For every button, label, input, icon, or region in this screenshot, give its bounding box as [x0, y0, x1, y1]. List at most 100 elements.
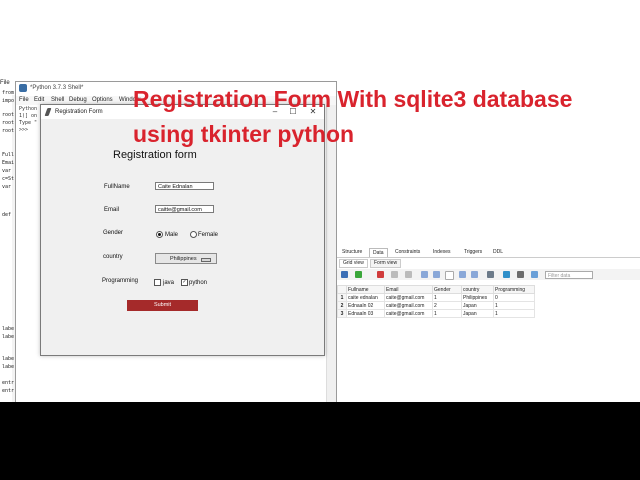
code-line: root: [2, 128, 15, 134]
db-tabbar: Structure Data Constraints Indexes Trigg…: [337, 247, 640, 258]
page-number-field[interactable]: [445, 271, 454, 280]
column-header[interactable]: Fullname: [346, 285, 385, 294]
tab-structure[interactable]: Structure: [339, 248, 365, 256]
code-line: labe: [2, 334, 15, 340]
python-icon: [19, 84, 27, 92]
filter-input[interactable]: Filter data: [545, 271, 593, 279]
shell-scrollbar[interactable]: [326, 105, 336, 402]
table-row[interactable]: 3 Ednaaln 03 caite@gmail.com 1 Japan 1: [337, 309, 535, 318]
table-cell[interactable]: Ednaaln 02: [346, 301, 385, 310]
email-label: Email: [104, 207, 120, 213]
programming-label: Programming: [102, 278, 139, 284]
menu-file[interactable]: File: [19, 97, 29, 103]
shell-line: 1)] on: [19, 113, 38, 119]
shell-title: *Python 3.7.3 Shell*: [30, 85, 84, 91]
country-dropdown[interactable]: Philippines: [155, 253, 217, 264]
first-page-icon[interactable]: [421, 271, 428, 278]
table-cell[interactable]: Japan: [461, 309, 494, 318]
editor-menu-file[interactable]: File: [0, 80, 14, 88]
column-header[interactable]: country: [461, 285, 494, 294]
code-line: var: [2, 168, 12, 174]
shell-line: Type ": [19, 120, 38, 126]
shell-prompt[interactable]: >>>: [19, 127, 28, 133]
table-cell[interactable]: caite ednalan: [346, 293, 385, 302]
email-field[interactable]: caitte@gmail.com: [155, 205, 214, 213]
fullname-label: FullName: [104, 184, 130, 190]
table-row[interactable]: 2 Ednaaln 02 caite@gmail.com 2 Japan 1: [337, 301, 535, 310]
fullname-field[interactable]: Caite Ednalan: [155, 182, 214, 190]
code-line: impo: [2, 98, 15, 104]
menu-options[interactable]: Options: [92, 97, 113, 103]
data-grid[interactable]: Fullname Email Gender country Programmin…: [337, 285, 535, 318]
table-cell[interactable]: 2: [432, 301, 462, 310]
table-cell[interactable]: caite@gmail.com: [384, 293, 433, 302]
shell-line: Python: [19, 106, 38, 112]
radio-male-label[interactable]: Male: [165, 232, 178, 238]
country-label: country: [103, 254, 123, 260]
tab-constraints[interactable]: Constraints: [392, 248, 423, 256]
commit-icon[interactable]: [391, 271, 398, 278]
db-toolbar: Filter data: [337, 269, 640, 280]
filter-icon[interactable]: [517, 271, 524, 278]
next-page-icon[interactable]: [459, 271, 466, 278]
table-cell[interactable]: Japan: [461, 301, 494, 310]
last-page-icon[interactable]: [471, 271, 478, 278]
tab-form-view[interactable]: Form view: [370, 259, 402, 268]
headline-line1: Registration Form With sqlite3 database: [133, 86, 573, 112]
radio-female[interactable]: [190, 231, 197, 238]
table-cell[interactable]: 1: [432, 293, 462, 302]
dropdown-indicator-icon: [201, 258, 211, 262]
desktop-screen: File from impo root root root Full Emai …: [0, 0, 640, 402]
radio-male[interactable]: [156, 231, 163, 238]
code-line: entr: [2, 380, 15, 386]
checkbox-python-label[interactable]: python: [189, 280, 207, 286]
form-window-title: Registration Form: [55, 109, 103, 115]
code-line: Emai: [2, 160, 15, 166]
menu-edit[interactable]: Edit: [34, 97, 44, 103]
grid-header-row: Fullname Email Gender country Programmin…: [337, 285, 535, 294]
tab-ddl[interactable]: DDL: [490, 248, 506, 256]
table-cell[interactable]: caite@gmail.com: [384, 301, 433, 310]
delete-row-icon[interactable]: [377, 271, 384, 278]
menu-debug[interactable]: Debug: [69, 97, 87, 103]
tab-triggers[interactable]: Triggers: [461, 248, 485, 256]
checkbox-java[interactable]: [154, 279, 161, 286]
tab-grid-view[interactable]: Grid view: [339, 259, 368, 268]
radio-female-label[interactable]: Female: [198, 232, 218, 238]
column-header[interactable]: Programming: [493, 285, 535, 294]
menu-shell[interactable]: Shell: [51, 97, 64, 103]
rollback-icon[interactable]: [405, 271, 412, 278]
code-line: labe: [2, 326, 15, 332]
code-line: root: [2, 120, 15, 126]
headline-line2: using tkinter python: [133, 121, 355, 147]
tab-indexes[interactable]: Indexes: [430, 248, 454, 256]
code-line: Full: [2, 152, 15, 158]
form-heading: Registration form: [113, 149, 197, 161]
checkbox-java-label[interactable]: java: [163, 280, 174, 286]
table-cell[interactable]: 1: [432, 309, 462, 318]
table-cell[interactable]: Ednaaln 03: [346, 309, 385, 318]
table-cell[interactable]: Philippines: [461, 293, 494, 302]
code-line: labe: [2, 356, 15, 362]
tk-feather-icon: [44, 108, 52, 116]
country-selected: Philippines: [170, 256, 197, 262]
add-row-icon[interactable]: [355, 271, 362, 278]
refresh-icon[interactable]: [341, 271, 348, 278]
column-header[interactable]: Gender: [432, 285, 462, 294]
export-icon[interactable]: [487, 271, 494, 278]
table-cell[interactable]: caite@gmail.com: [384, 309, 433, 318]
code-line: var: [2, 184, 12, 190]
column-header[interactable]: [337, 285, 347, 294]
table-cell[interactable]: 1: [493, 301, 535, 310]
filter-mode-icon[interactable]: [531, 271, 538, 278]
checkbox-python[interactable]: ✓: [181, 279, 188, 286]
prev-page-icon[interactable]: [433, 271, 440, 278]
tab-data[interactable]: Data: [369, 248, 388, 257]
import-icon[interactable]: [503, 271, 510, 278]
submit-button[interactable]: Submit: [127, 300, 198, 311]
table-cell[interactable]: 0: [493, 293, 535, 302]
table-cell[interactable]: 1: [493, 309, 535, 318]
table-row[interactable]: 1 caite ednalan caite@gmail.com 1 Philip…: [337, 293, 535, 302]
code-line: from: [2, 90, 15, 96]
column-header[interactable]: Email: [384, 285, 433, 294]
